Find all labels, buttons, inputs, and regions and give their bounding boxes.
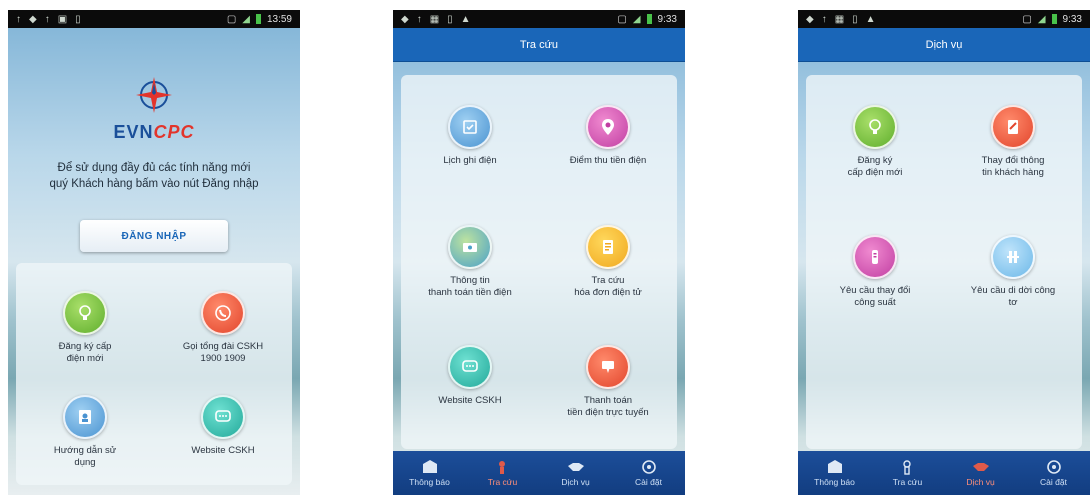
tab-settings[interactable]: Cài đặt xyxy=(1017,451,1090,495)
handshake-icon xyxy=(567,463,584,471)
tab-services[interactable]: Dịch vụ xyxy=(944,451,1017,495)
payment-info-icon xyxy=(463,243,477,252)
phone-screen-lookup: ◆ ↑ ▦ ▯ ▲ ▢ ◢ 9:33 Tra cứu Lịch ghi điện Điểm … xyxy=(393,10,685,495)
tile-register-new-supply[interactable]: Đăng ký cấp điện mới xyxy=(806,105,944,179)
tile-change-capacity[interactable]: Yêu cầu thay đổi công suất xyxy=(806,235,944,309)
location-pin-icon xyxy=(602,119,614,135)
tile-relocate-meter[interactable]: Yêu cầu di dời công tơ xyxy=(944,235,1082,309)
notification-icon xyxy=(827,460,842,473)
gear-icon xyxy=(1046,460,1061,474)
status-time: 13:59 xyxy=(266,13,292,25)
invoice-icon xyxy=(603,240,613,254)
status-bar: ◆ ↑ ▦ ▯ ▲ ▢ ◢ 9:33 xyxy=(393,10,685,28)
tile-e-invoice-lookup[interactable]: Tra cứu hóa đơn điện tử xyxy=(539,225,677,299)
guide-icon xyxy=(79,410,91,424)
phone-screen-home: ↑ ◆ ↑ ▣ ▯ ▢ ◢ 13:59 EVNCPC Để sử dụng đầy đủ c… xyxy=(8,10,300,495)
tab-lookup[interactable]: Tra cứu xyxy=(871,451,944,495)
brand-wordmark: EVNCPC xyxy=(113,122,195,142)
notification-icon xyxy=(422,460,437,473)
tab-services[interactable]: Dịch vụ xyxy=(539,451,612,495)
lookup-icon xyxy=(902,460,911,475)
status-bar: ↑ ◆ ↑ ▣ ▯ ▢ ◢ 13:59 xyxy=(8,10,300,28)
evncpc-logo: EVNCPC xyxy=(8,75,300,143)
tile-payment-info[interactable]: Thông tin thanh toán tiền điện xyxy=(401,225,539,299)
chat-icon xyxy=(215,410,231,422)
tile-register-new-supply[interactable]: Đăng ký cấp điện mới xyxy=(16,291,154,365)
tile-meter-reading-schedule[interactable]: Lịch ghi điện xyxy=(401,105,539,167)
calendar-icon xyxy=(463,120,477,134)
phone-screen-services: ◆ ↑ ▦ ▯ ▲ ▢ ◢ 9:33 Dịch vụ Đăng ký cấp điện mới… xyxy=(798,10,1090,495)
tab-notifications[interactable]: Thông báo xyxy=(393,451,466,495)
compass-star-icon xyxy=(136,77,172,113)
lookup-icon xyxy=(498,461,505,474)
status-time: 9:33 xyxy=(657,13,677,25)
login-message: Để sử dụng đầy đủ các tính năng mới quý … xyxy=(49,162,259,190)
status-time: 9:33 xyxy=(1062,13,1082,25)
power-meter-icon xyxy=(872,250,878,264)
meter-relocate-icon xyxy=(1007,251,1019,263)
bottom-tab-bar: Thông báo Tra cứu Dịch vụ Cài đặt xyxy=(798,451,1090,495)
tile-payment-locations[interactable]: Điểm thu tiền điện xyxy=(539,105,677,167)
page-title: Dịch vụ xyxy=(798,28,1090,62)
gear-icon xyxy=(641,460,656,474)
tab-settings[interactable]: Cài đặt xyxy=(612,451,685,495)
services-panel: Đăng ký cấp điện mới Thay đổi thông tin kh… xyxy=(806,75,1082,449)
online-payment-icon xyxy=(602,361,614,373)
tile-website-cskh[interactable]: Website CSKH xyxy=(154,395,292,457)
lightbulb-icon xyxy=(79,305,91,320)
bottom-tab-bar: Thông báo Tra cứu Dịch vụ Cài đặt xyxy=(393,451,685,495)
page-title: Tra cứu xyxy=(393,28,685,62)
quick-actions-panel: Đăng ký cấp điện mới Gọi tổng đài CSKH 190… xyxy=(16,263,292,485)
chat-icon xyxy=(462,360,478,372)
tile-website-cskh[interactable]: Website CSKH xyxy=(401,345,539,407)
handshake-icon xyxy=(972,463,989,471)
status-bar: ◆ ↑ ▦ ▯ ▲ ▢ ◢ 9:33 xyxy=(798,10,1090,28)
login-button[interactable]: ĐĂNG NHẬP xyxy=(80,220,228,252)
phone-icon xyxy=(215,305,231,321)
tile-call-hotline[interactable]: Gọi tổng đài CSKH 1900 1909 xyxy=(154,291,292,365)
lightbulb-icon xyxy=(869,119,881,134)
edit-document-icon xyxy=(1008,120,1018,134)
tab-lookup[interactable]: Tra cứu xyxy=(466,451,539,495)
tab-notifications[interactable]: Thông báo xyxy=(798,451,871,495)
tile-change-customer-info[interactable]: Thay đổi thông tin khách hàng xyxy=(944,105,1082,179)
tile-user-guide[interactable]: Hướng dẫn sử dụng xyxy=(16,395,154,469)
tile-online-payment[interactable]: Thanh toán tiền điện trực tuyến xyxy=(539,345,677,419)
lookup-panel: Lịch ghi điện Điểm thu tiền điện Thông t… xyxy=(401,75,677,449)
